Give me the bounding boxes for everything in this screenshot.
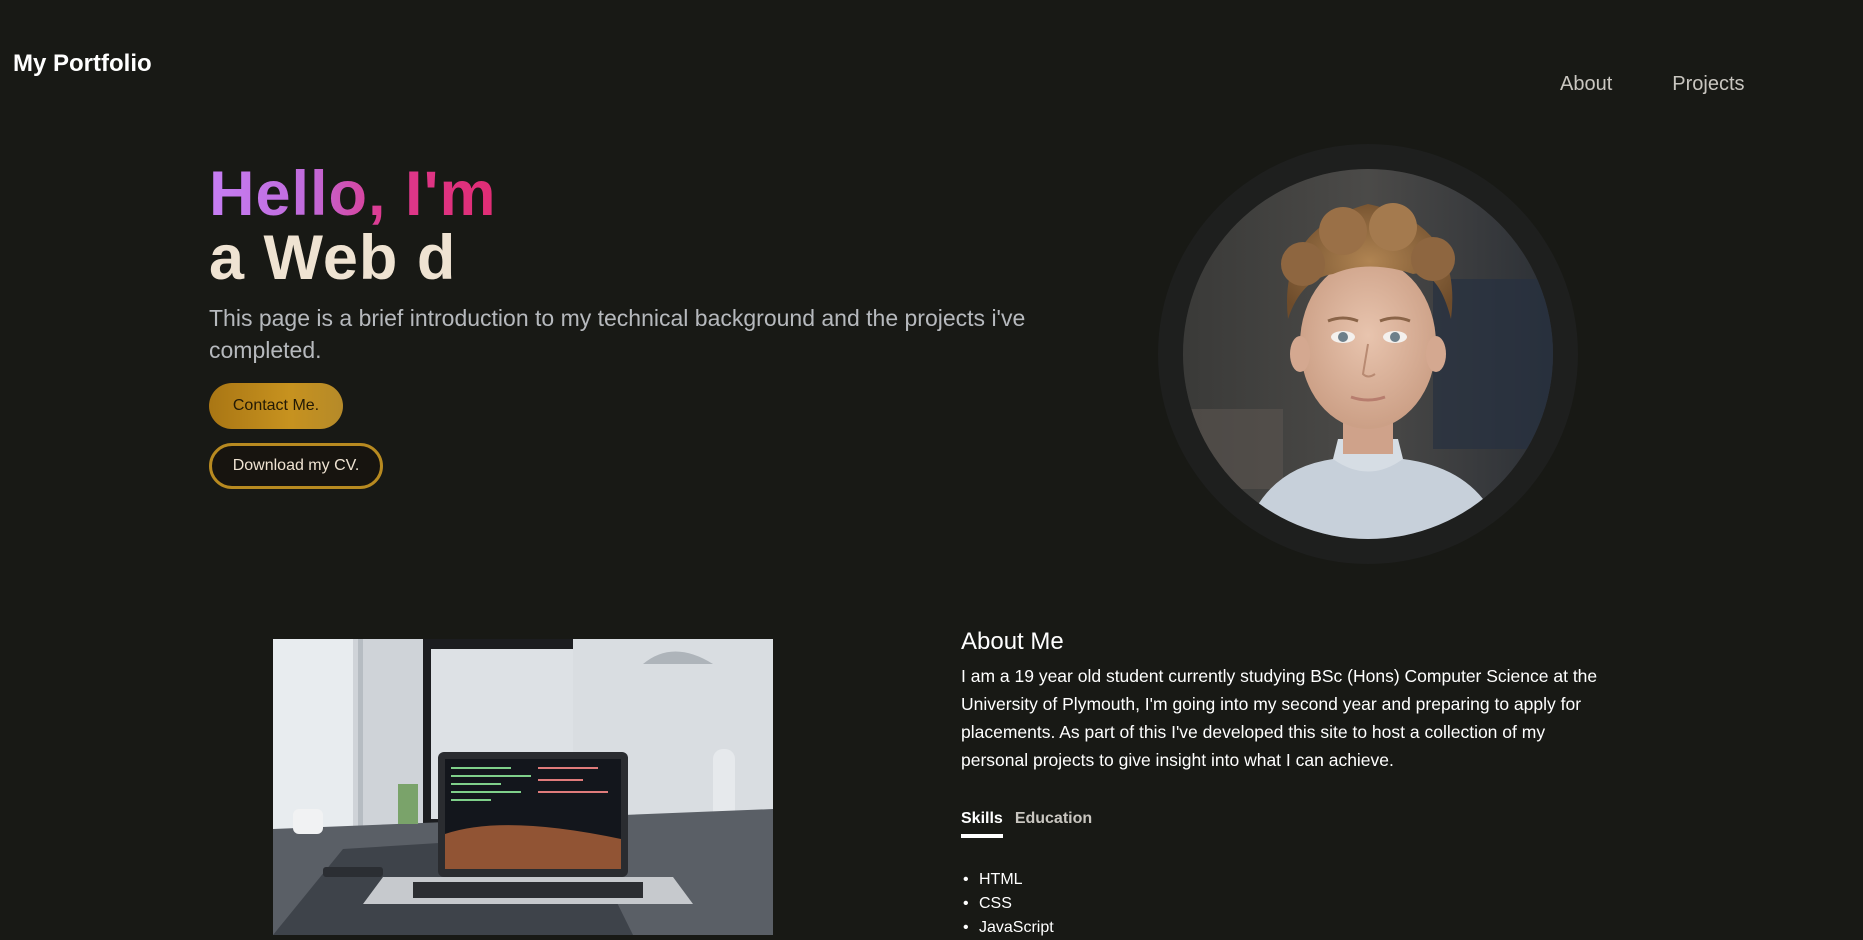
site-logo[interactable]: My Portfolio	[13, 50, 152, 78]
contact-button[interactable]: Contact Me.	[209, 383, 343, 429]
profile-photo	[1183, 169, 1553, 539]
nav-about-link[interactable]: About	[1560, 73, 1612, 96]
list-item: JavaScript	[963, 916, 1601, 940]
hero-greeting: Hello, I'm	[209, 159, 497, 229]
about-tabs: Skills Education	[961, 810, 1601, 838]
hero-intro: This page is a brief introduction to my …	[209, 305, 1026, 363]
skills-list: HTML CSS JavaScript	[961, 868, 1601, 940]
list-item: CSS	[963, 892, 1601, 916]
main-nav: About Projects	[1560, 73, 1745, 96]
about-body: I am a 19 year old student currently stu…	[961, 666, 1598, 770]
tab-education[interactable]: Education	[1015, 810, 1092, 838]
hero-section: Hello, I'm a Web d This page is a brief …	[209, 162, 1089, 489]
workspace-photo	[273, 639, 773, 935]
tab-skills[interactable]: Skills	[961, 810, 1003, 838]
hero-role-typing: a Web d	[209, 223, 457, 293]
about-section: About Me I am a 19 year old student curr…	[961, 628, 1601, 940]
download-cv-button[interactable]: Download my CV.	[209, 443, 383, 489]
about-title: About Me	[961, 628, 1064, 655]
nav-projects-link[interactable]: Projects	[1672, 73, 1744, 96]
profile-photo-frame	[1158, 144, 1578, 564]
list-item: HTML	[963, 868, 1601, 892]
